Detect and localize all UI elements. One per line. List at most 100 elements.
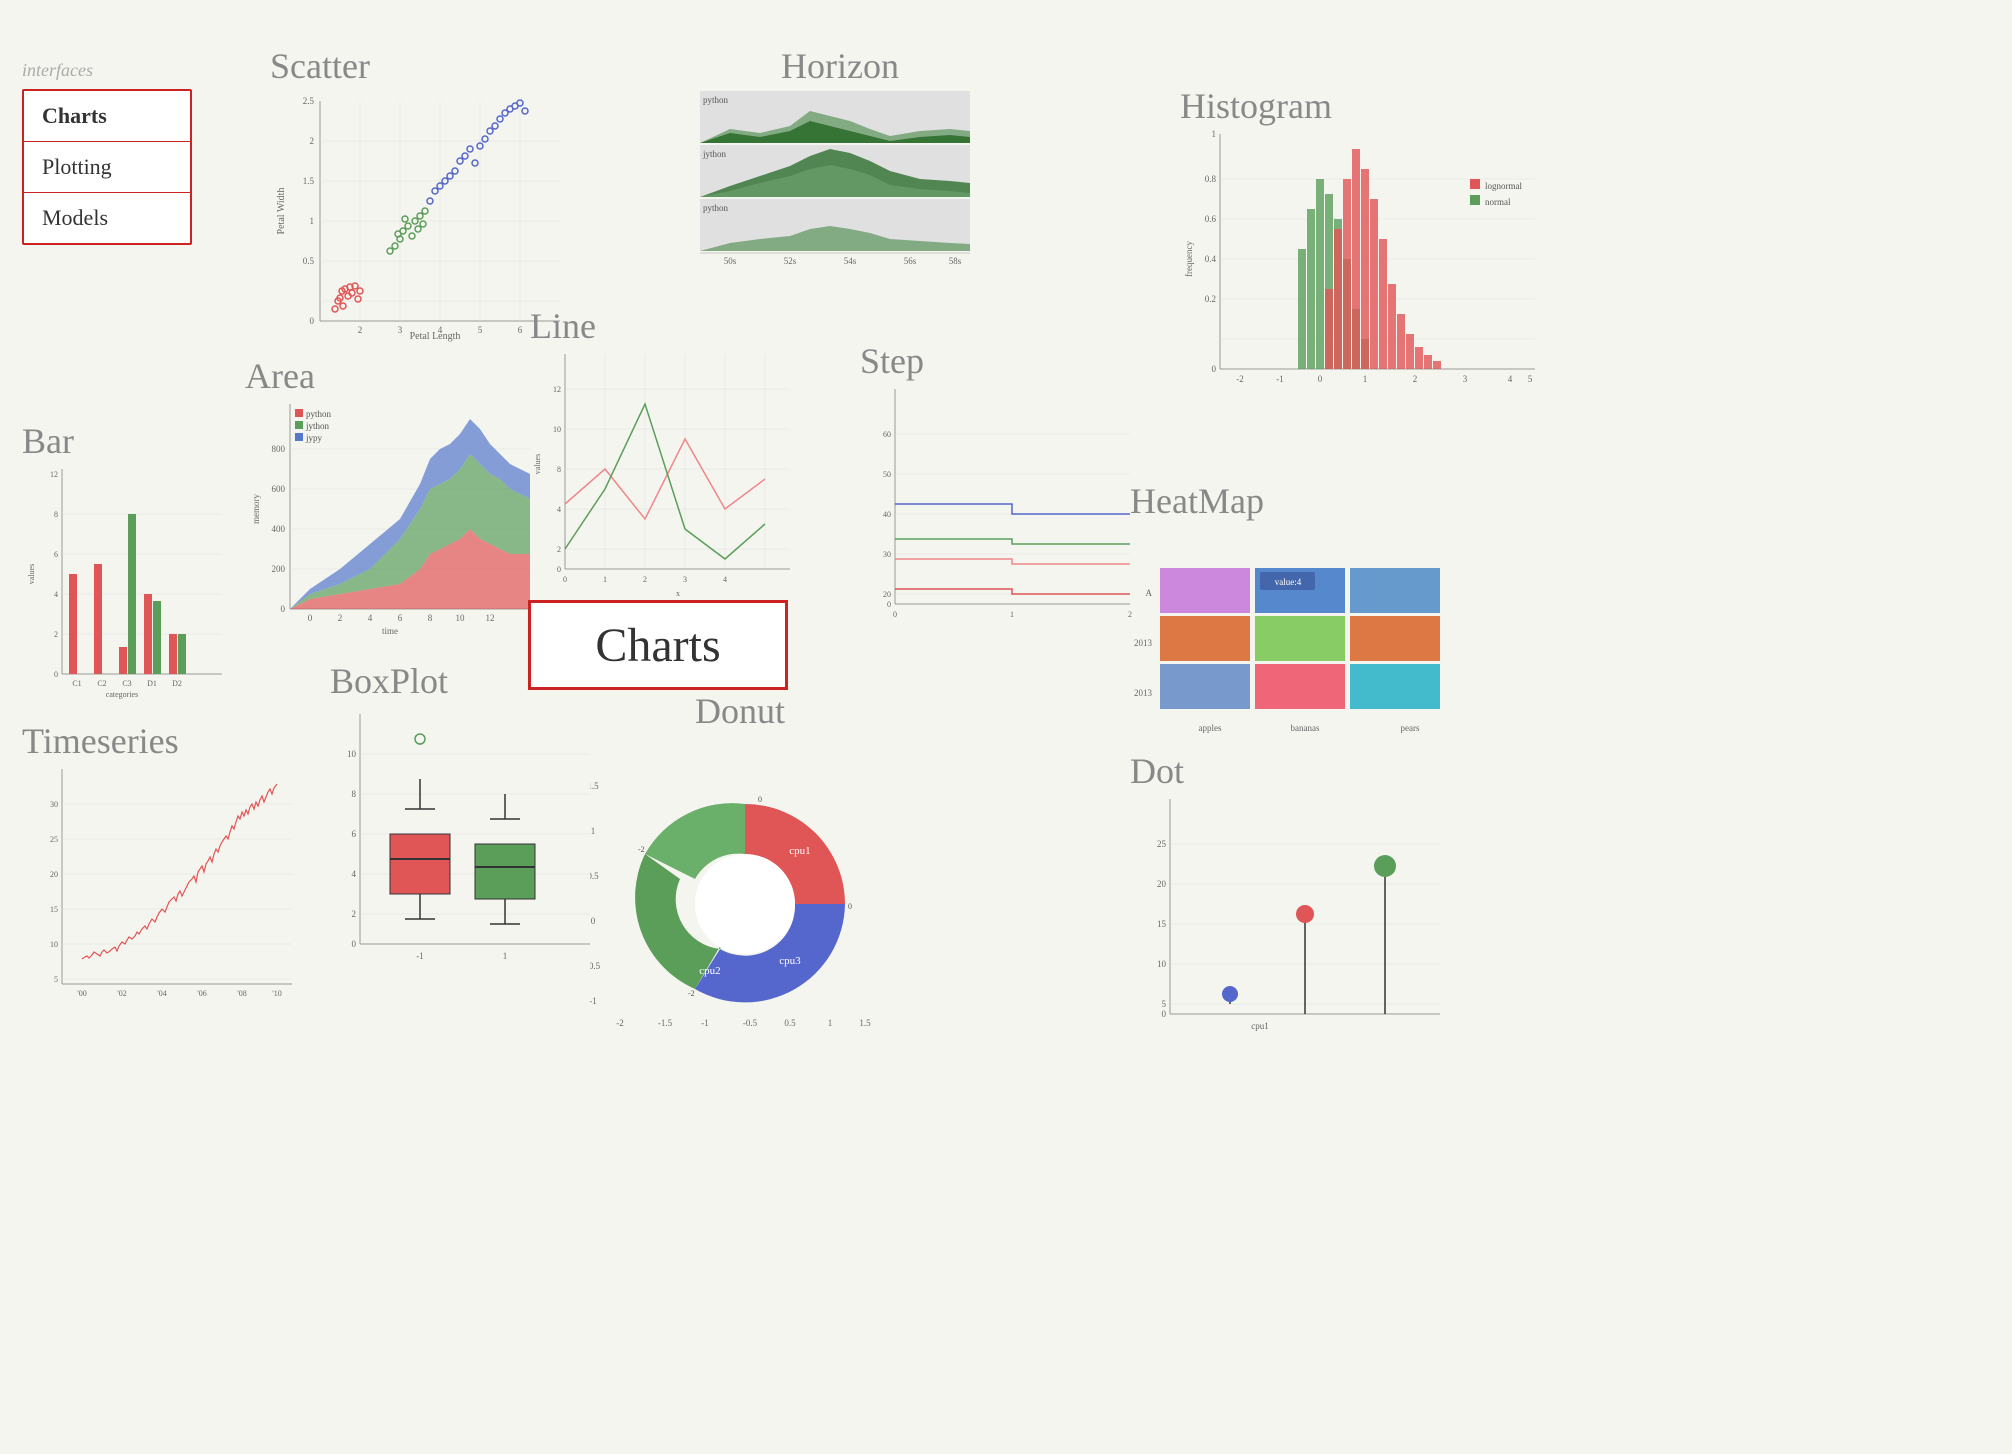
sidebar-item-charts[interactable]: Charts — [24, 91, 190, 142]
svg-text:3: 3 — [398, 325, 403, 335]
svg-text:D1: D1 — [147, 679, 157, 688]
donut-chart-container: Donut 1.5 1 0.5 0 -0.5 -1 -2 -1.5 -1 -0.… — [590, 690, 890, 1030]
svg-text:lognormal: lognormal — [1485, 181, 1522, 191]
svg-text:cpu3: cpu3 — [779, 955, 801, 967]
horizon-svg: python jython python 50s 52s 54s 56s 58s — [700, 91, 970, 266]
svg-text:-2: -2 — [616, 1018, 624, 1028]
svg-text:2: 2 — [310, 136, 315, 146]
svg-text:10: 10 — [50, 940, 58, 949]
svg-text:2: 2 — [643, 575, 647, 584]
svg-text:python: python — [703, 95, 729, 105]
svg-text:12: 12 — [553, 385, 561, 394]
svg-text:0: 0 — [1162, 1009, 1167, 1019]
svg-text:values: values — [27, 564, 36, 584]
svg-text:12: 12 — [486, 613, 495, 623]
svg-text:'08: '08 — [237, 989, 246, 998]
dot-title: Dot — [1130, 750, 1470, 792]
svg-text:25: 25 — [50, 835, 58, 844]
svg-text:1: 1 — [503, 951, 508, 961]
svg-text:0.2: 0.2 — [1205, 294, 1216, 304]
svg-text:1: 1 — [1212, 129, 1217, 139]
step-svg: 60 50 40 30 20 0 0 1 2 — [860, 384, 1140, 639]
area-chart-container: Area 0 200 400 600 800 0 2 4 6 8 10 12 t… — [245, 355, 555, 635]
svg-text:3: 3 — [1463, 374, 1468, 384]
svg-text:54s: 54s — [844, 256, 857, 266]
donut-svg: 1.5 1 0.5 0 -0.5 -1 -2 -1.5 -1 -0.5 0.5 … — [590, 734, 880, 1029]
svg-text:0: 0 — [557, 565, 561, 574]
svg-text:50: 50 — [883, 470, 891, 479]
horizon-title: Horizon — [700, 45, 980, 87]
svg-text:0: 0 — [281, 604, 286, 614]
svg-text:-1: -1 — [701, 1018, 709, 1028]
sidebar-item-plotting[interactable]: Plotting — [24, 142, 190, 193]
svg-text:D2: D2 — [172, 679, 182, 688]
svg-text:4: 4 — [723, 575, 727, 584]
svg-text:0: 0 — [308, 613, 313, 623]
svg-text:-2: -2 — [688, 989, 695, 998]
timeseries-svg: 30 25 20 15 10 5 '00 '02 '04 '06 '08 '10 — [22, 764, 302, 1019]
svg-text:4: 4 — [368, 613, 373, 623]
svg-text:0.5: 0.5 — [303, 256, 315, 266]
svg-text:8: 8 — [557, 465, 561, 474]
svg-text:0: 0 — [310, 316, 315, 326]
svg-text:6: 6 — [54, 550, 58, 559]
svg-text:0.5: 0.5 — [590, 871, 599, 881]
svg-text:2013: 2013 — [1134, 688, 1153, 698]
svg-text:50s: 50s — [724, 256, 737, 266]
step-title: Step — [860, 340, 1150, 382]
svg-text:1.5: 1.5 — [590, 781, 599, 791]
svg-text:cpu2: cpu2 — [699, 965, 720, 977]
svg-text:-0.5: -0.5 — [590, 961, 601, 971]
svg-text:15: 15 — [1157, 919, 1167, 929]
svg-text:1: 1 — [1363, 374, 1368, 384]
svg-text:2: 2 — [352, 909, 357, 919]
svg-text:values: values — [533, 454, 542, 474]
area-svg: 0 200 400 600 800 0 2 4 6 8 10 12 time m… — [245, 399, 540, 644]
boxplot-chart-container: BoxPlot 0 2 4 6 8 10 -1 1 — [330, 660, 610, 970]
dot-chart-container: Dot 25 20 15 10 5 0 cpu1 — [1130, 750, 1470, 1040]
svg-text:2: 2 — [1413, 374, 1418, 384]
svg-text:C3: C3 — [122, 679, 131, 688]
histogram-chart-container: Histogram 1 0.8 0.6 0.4 0.2 0 frequency … — [1180, 85, 1560, 405]
svg-text:-1.5: -1.5 — [658, 1018, 673, 1028]
svg-text:20: 20 — [1157, 879, 1167, 889]
svg-text:-0.5: -0.5 — [743, 1018, 758, 1028]
svg-text:x: x — [676, 589, 680, 598]
svg-text:'04: '04 — [157, 989, 166, 998]
svg-text:10: 10 — [553, 425, 561, 434]
svg-text:frequency: frequency — [1184, 241, 1194, 277]
svg-text:4: 4 — [438, 325, 443, 335]
sidebar-item-models[interactable]: Models — [24, 193, 190, 243]
line-svg: 12 10 8 4 2 0 values 0 1 2 3 4 x — [530, 349, 800, 609]
svg-text:4: 4 — [54, 590, 58, 599]
svg-text:56s: 56s — [904, 256, 917, 266]
svg-text:8: 8 — [428, 613, 433, 623]
svg-text:58s: 58s — [949, 256, 962, 266]
svg-text:8: 8 — [54, 510, 58, 519]
svg-text:4: 4 — [352, 869, 357, 879]
svg-text:jython: jython — [305, 421, 330, 431]
bar-title: Bar — [22, 420, 242, 462]
svg-text:Petal Width: Petal Width — [276, 188, 287, 235]
svg-text:2013: 2013 — [1134, 638, 1153, 648]
svg-text:30: 30 — [883, 550, 891, 559]
sidebar-label: interfaces — [22, 60, 192, 81]
scatter-svg: Petal Length Petal Width 0 0.5 1 1.5 2 2… — [270, 91, 570, 356]
svg-text:0: 0 — [893, 610, 897, 619]
svg-text:2: 2 — [54, 630, 58, 639]
svg-text:-2: -2 — [1236, 374, 1244, 384]
svg-text:0: 0 — [352, 939, 357, 949]
svg-text:4: 4 — [1508, 374, 1513, 384]
svg-text:C2: C2 — [97, 679, 106, 688]
svg-text:0.8: 0.8 — [1205, 174, 1217, 184]
svg-text:normal: normal — [1485, 197, 1511, 207]
svg-text:3: 3 — [683, 575, 687, 584]
scatter-title: Scatter — [270, 45, 590, 87]
svg-text:10: 10 — [347, 749, 357, 759]
line-title: Line — [530, 305, 810, 347]
boxplot-svg: 0 2 4 6 8 10 -1 1 — [330, 704, 600, 979]
svg-text:0: 0 — [758, 795, 762, 804]
svg-text:value:4: value:4 — [1275, 577, 1302, 587]
svg-text:800: 800 — [272, 444, 286, 454]
svg-text:0.6: 0.6 — [1205, 214, 1217, 224]
